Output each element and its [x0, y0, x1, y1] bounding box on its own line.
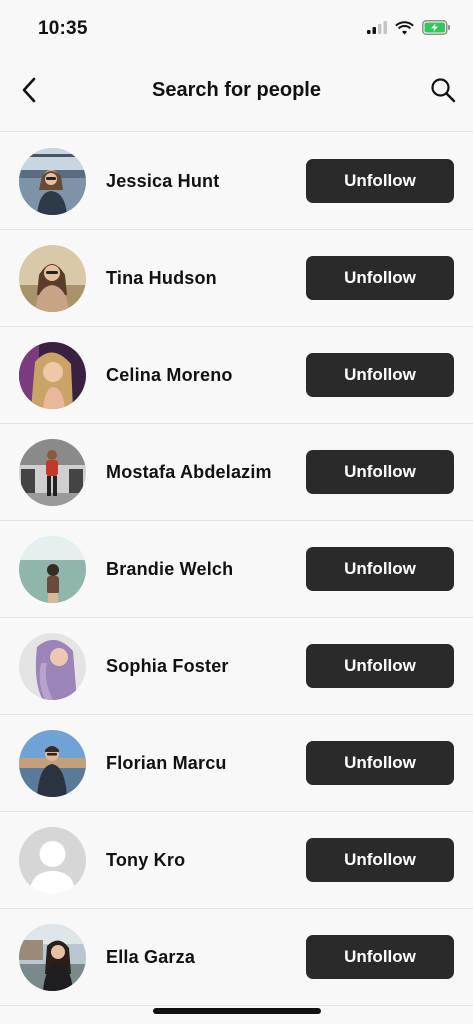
search-button[interactable] — [427, 76, 459, 108]
list-item: Tony Kro Unfollow — [0, 812, 473, 909]
person-name[interactable]: Brandie Welch — [106, 559, 233, 580]
unfollow-button[interactable]: Unfollow — [306, 450, 454, 494]
nav-bar: Search for people — [0, 60, 473, 132]
avatar[interactable] — [19, 245, 86, 312]
unfollow-button[interactable]: Unfollow — [306, 256, 454, 300]
unfollow-button[interactable]: Unfollow — [306, 644, 454, 688]
person-name[interactable]: Celina Moreno — [106, 365, 233, 386]
list-item: Mostafa Abdelazim Unfollow — [0, 424, 473, 521]
unfollow-button[interactable]: Unfollow — [306, 935, 454, 979]
cellular-signal-icon — [367, 21, 387, 39]
list-item: Celina Moreno Unfollow — [0, 327, 473, 424]
unfollow-button[interactable]: Unfollow — [306, 353, 454, 397]
person-name[interactable]: Tony Kro — [106, 850, 185, 871]
avatar[interactable] — [19, 827, 86, 894]
person-name[interactable]: Ella Garza — [106, 947, 195, 968]
unfollow-button[interactable]: Unfollow — [306, 741, 454, 785]
home-indicator[interactable] — [153, 1008, 321, 1014]
person-name[interactable]: Florian Marcu — [106, 753, 227, 774]
avatar[interactable] — [19, 148, 86, 215]
list-item: Sophia Foster Unfollow — [0, 618, 473, 715]
people-list: Jessica Hunt Unfollow Tina Hudson Unfoll… — [0, 133, 473, 1006]
unfollow-button[interactable]: Unfollow — [306, 838, 454, 882]
unfollow-button[interactable]: Unfollow — [306, 159, 454, 203]
unfollow-button[interactable]: Unfollow — [306, 547, 454, 591]
status-bar: 10:35 — [0, 0, 473, 60]
avatar[interactable] — [19, 633, 86, 700]
avatar[interactable] — [19, 924, 86, 991]
avatar[interactable] — [19, 342, 86, 409]
list-item: Ella Garza Unfollow — [0, 909, 473, 1006]
list-item: Tina Hudson Unfollow — [0, 230, 473, 327]
person-name[interactable]: Jessica Hunt — [106, 171, 219, 192]
person-name[interactable]: Tina Hudson — [106, 268, 217, 289]
list-item: Brandie Welch Unfollow — [0, 521, 473, 618]
status-time: 10:35 — [38, 18, 88, 39]
wifi-icon — [395, 20, 414, 40]
list-item: Jessica Hunt Unfollow — [0, 133, 473, 230]
page-title: Search for people — [152, 79, 321, 101]
status-icons — [367, 20, 451, 40]
avatar[interactable] — [19, 730, 86, 797]
person-name[interactable]: Sophia Foster — [106, 656, 229, 677]
person-name[interactable]: Mostafa Abdelazim — [106, 462, 272, 483]
search-icon — [430, 77, 456, 108]
avatar[interactable] — [19, 439, 86, 506]
battery-charging-icon — [422, 20, 451, 40]
avatar[interactable] — [19, 536, 86, 603]
list-item: Florian Marcu Unfollow — [0, 715, 473, 812]
